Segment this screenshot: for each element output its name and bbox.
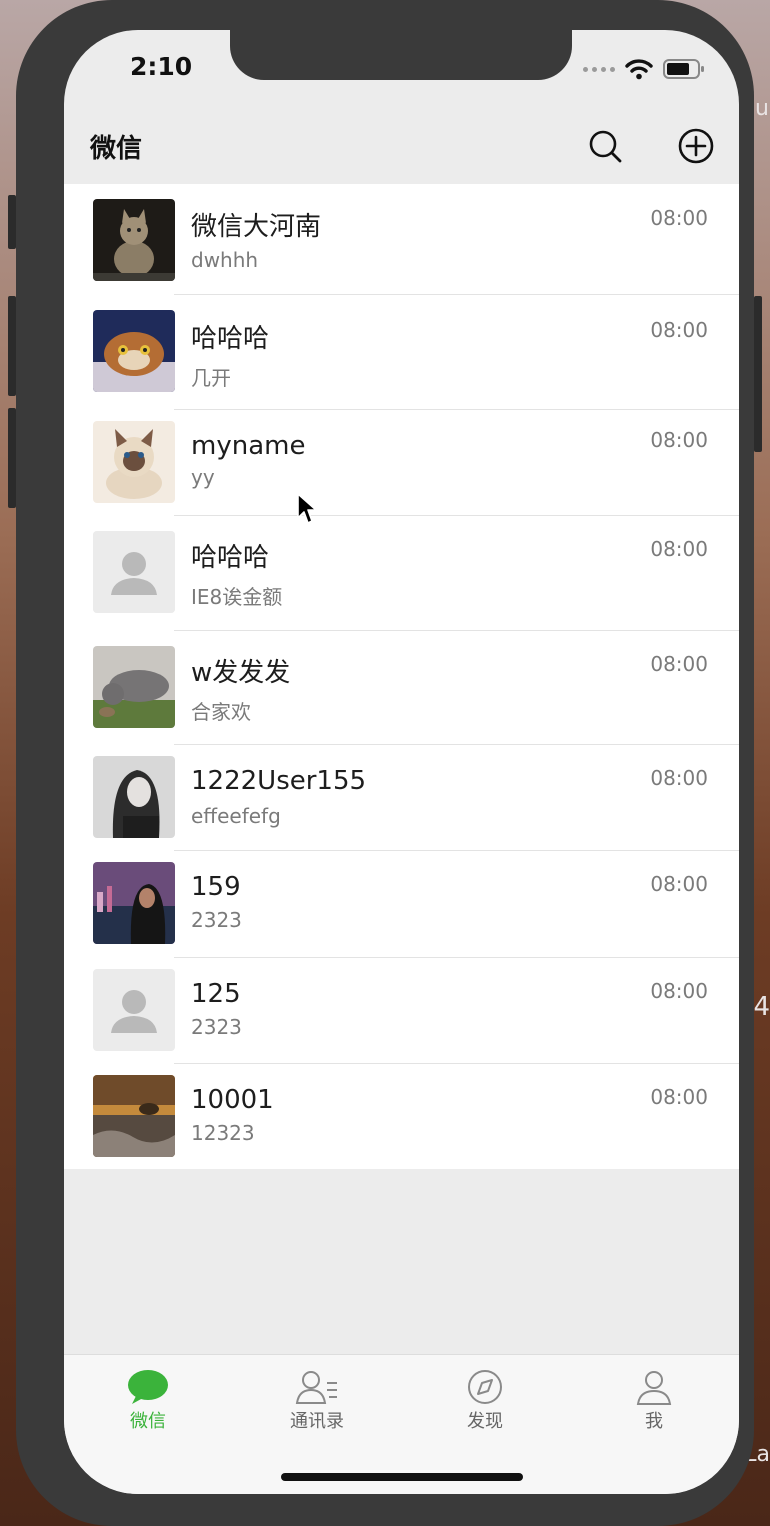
chat-last-message: 2323: [191, 1015, 242, 1039]
volume-up-button: [8, 296, 16, 396]
cat-photo-grass: [93, 646, 175, 728]
home-indicator[interactable]: [281, 1473, 523, 1481]
avatar: [93, 1075, 175, 1157]
avatar: [93, 862, 175, 944]
chat-time: 08:00: [650, 872, 708, 896]
chat-last-message: 几开: [191, 366, 231, 390]
plus-circle-icon: [678, 128, 714, 164]
landscape-photo: [93, 1075, 175, 1157]
phone-frame: 2:10 微信 微信大河南 dwhhh 08:00 哈哈哈 几开 08:00 m…: [8, 0, 762, 1526]
chat-row[interactable]: 哈哈哈 几开 08:00: [64, 294, 739, 409]
woman-photo-bw: [93, 756, 175, 838]
status-icons: [583, 58, 705, 80]
chat-name: 哈哈哈: [191, 543, 270, 573]
default-person-icon: [93, 531, 175, 613]
avatar: [93, 199, 175, 281]
compass-icon: [468, 1370, 502, 1404]
chat-name: myname: [191, 431, 306, 461]
chat-last-message: yy: [191, 465, 215, 489]
chat-time: 08:00: [650, 652, 708, 676]
nav-bar: 微信: [64, 112, 739, 184]
avatar: [93, 310, 175, 392]
desktop-edge-text: 4: [753, 992, 770, 1022]
mouse-pointer-icon: [297, 493, 317, 524]
avatar: [93, 756, 175, 838]
tab-bar: 微信 通讯录 发现 我: [64, 1354, 739, 1494]
chat-time: 08:00: [650, 766, 708, 790]
chat-row[interactable]: 159 2323 08:00: [64, 850, 739, 957]
chat-last-message: 合家欢: [191, 700, 251, 724]
chat-row[interactable]: 微信大河南 dwhhh 08:00: [64, 184, 739, 294]
cat-photo-cream: [93, 421, 175, 503]
search-button[interactable]: [585, 126, 625, 166]
cat-photo-dark: [93, 199, 175, 281]
chat-time: 08:00: [650, 206, 708, 230]
tab-label: 通讯录: [290, 1411, 344, 1432]
chat-name: 125: [191, 979, 241, 1009]
contacts-icon: [295, 1371, 337, 1404]
app-screen: 2:10 微信 微信大河南 dwhhh 08:00 哈哈哈 几开 08:00 m…: [64, 30, 739, 1494]
page-title: 微信: [90, 134, 143, 164]
tab-label: 微信: [130, 1411, 166, 1432]
mute-switch: [8, 195, 16, 249]
chat-row[interactable]: 1222User155 effeefefg 08:00: [64, 744, 739, 850]
avatar: [93, 531, 175, 613]
notch: [230, 30, 572, 80]
chat-last-message: 12323: [191, 1121, 255, 1145]
chat-name: 1222User155: [191, 766, 367, 796]
chat-bubble-icon: [128, 1370, 168, 1404]
add-button[interactable]: [676, 126, 716, 166]
wifi-icon: [625, 59, 653, 80]
chat-time: 08:00: [650, 1085, 708, 1109]
tab-me[interactable]: 我: [594, 1369, 714, 1433]
chat-name: 159: [191, 872, 241, 902]
power-button: [754, 296, 762, 452]
tab-wechat[interactable]: 微信: [88, 1369, 208, 1433]
chat-row[interactable]: 哈哈哈 IE8诶金额 08:00: [64, 515, 739, 630]
chat-row[interactable]: myname yy 08:00: [64, 409, 739, 515]
chat-row[interactable]: 125 2323 08:00: [64, 957, 739, 1063]
woman-photo-night: [93, 862, 175, 944]
volume-down-button: [8, 408, 16, 508]
tab-contacts[interactable]: 通讯录: [257, 1369, 377, 1433]
chat-name: w发发发: [191, 658, 291, 688]
chat-list: 微信大河南 dwhhh 08:00 哈哈哈 几开 08:00 myname yy…: [64, 184, 739, 1169]
chat-last-message: 2323: [191, 908, 242, 932]
default-person-icon: [93, 969, 175, 1051]
status-time: 2:10: [130, 52, 193, 81]
chat-time: 08:00: [650, 537, 708, 561]
avatar: [93, 421, 175, 503]
chat-row[interactable]: 10001 12323 08:00: [64, 1063, 739, 1169]
chat-time: 08:00: [650, 318, 708, 342]
chat-time: 08:00: [650, 428, 708, 452]
chat-name: 10001: [191, 1085, 274, 1115]
avatar: [93, 646, 175, 728]
chat-name: 哈哈哈: [191, 324, 270, 354]
battery-icon: [663, 59, 704, 79]
cat-photo-upside-down: [93, 310, 175, 392]
tab-label: 我: [645, 1411, 663, 1432]
avatar: [93, 969, 175, 1051]
chat-row[interactable]: w发发发 合家欢 08:00: [64, 630, 739, 744]
search-icon: [589, 130, 622, 163]
chat-last-message: IE8诶金额: [191, 585, 283, 609]
chat-last-message: effeefefg: [191, 804, 281, 828]
status-bar: 2:10: [64, 30, 739, 112]
tab-discover[interactable]: 发现: [425, 1369, 545, 1433]
person-icon: [636, 1371, 672, 1405]
chat-name: 微信大河南: [191, 212, 322, 242]
chat-last-message: dwhhh: [191, 248, 259, 272]
signal-icon: [583, 66, 615, 72]
chat-time: 08:00: [650, 979, 708, 1003]
tab-label: 发现: [467, 1411, 503, 1432]
